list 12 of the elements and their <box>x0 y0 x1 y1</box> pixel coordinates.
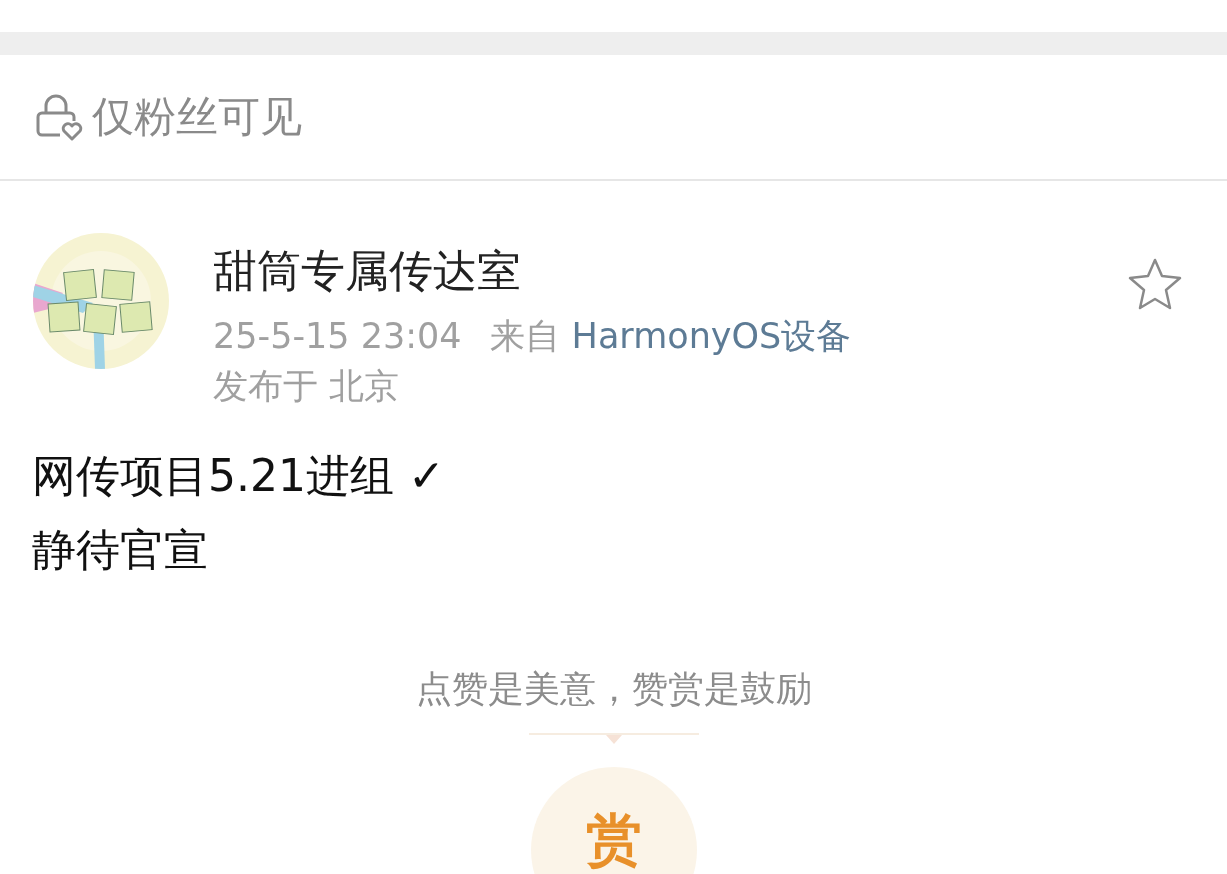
author-name[interactable]: 甜筒专属传达室 <box>213 241 1127 301</box>
reward-button[interactable]: 赏 <box>530 767 697 874</box>
source-prefix: 来自 <box>489 315 560 358</box>
source-link[interactable]: HarmonyOS设备 <box>571 313 852 359</box>
post-text: 静待官宣 <box>32 523 209 577</box>
post-time: 25-5-15 23:04 <box>213 315 462 358</box>
post-location: 发布于 北京 <box>213 365 401 408</box>
lock-heart-icon <box>34 93 84 141</box>
visibility-label: 仅粉丝可见 <box>92 91 302 143</box>
reward-slogan: 点赞是美意，赞赏是鼓励 <box>415 667 812 711</box>
post-text: 网传项目5.21进组 ✓ <box>32 449 446 503</box>
star-icon[interactable] <box>1127 257 1183 311</box>
